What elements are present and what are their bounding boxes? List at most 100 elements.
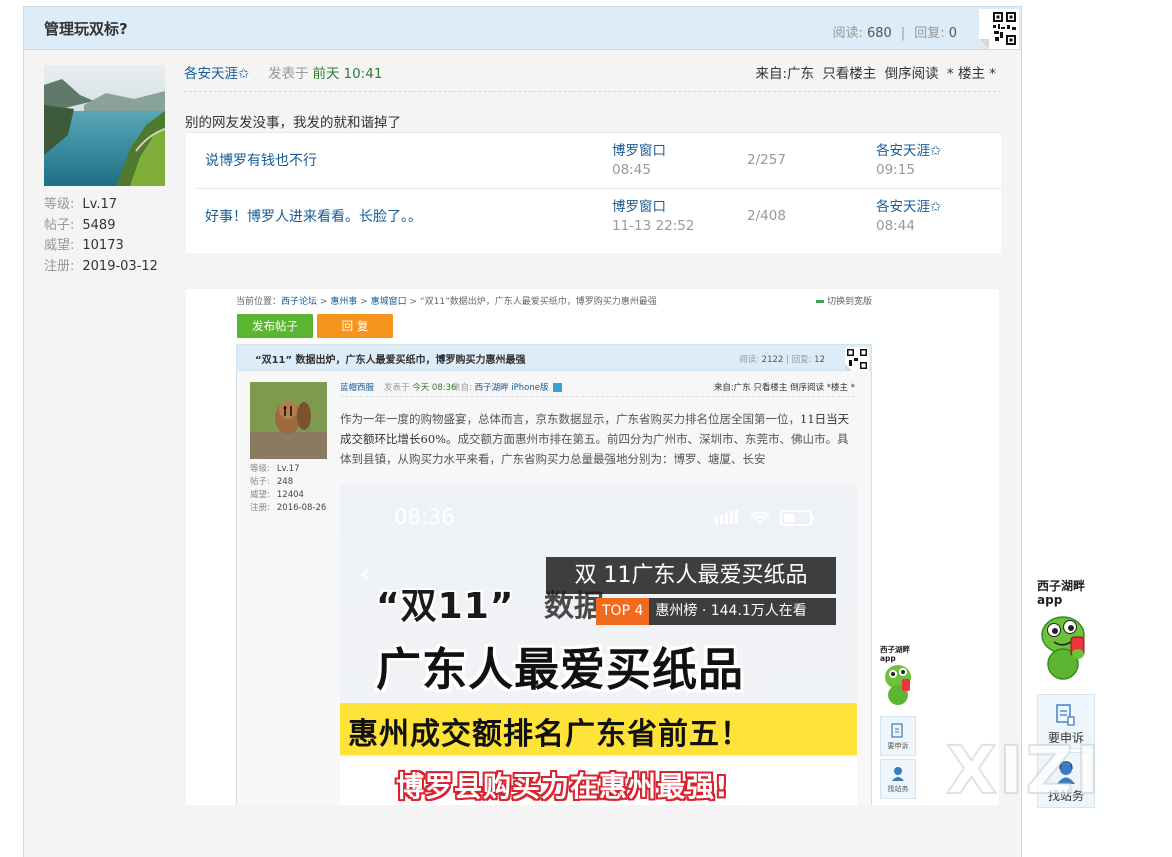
related-forum-time: 08:45 (612, 162, 651, 178)
inner-qr-code-icon (845, 347, 869, 371)
inner-post-source: 来自: 西子湖畔 iPhone版 (452, 381, 562, 393)
inner-post-body: 作为一年一度的购物盛宴，总体而言，京东数据显示，广东省购买力排名位居全国第一位，… (340, 409, 855, 469)
post-time: 发表于 前天 10:41 (268, 62, 382, 82)
trending-badge: 双 11广东人最爱买纸品 (546, 557, 836, 594)
inner-body-text: 作为一年一度的购物盛宴，总体而言，京东数据显示，广东省购买力排名位居全国第一位， (340, 412, 800, 426)
avatar[interactable] (44, 65, 165, 186)
inner-posts-value: 248 (276, 477, 294, 487)
trending-rank: TOP 4 惠州榜 · 144.1万人在看 (596, 598, 836, 625)
inner-post-actions: 来自:广东 只看楼主 倒序阅读 *楼主 * (713, 383, 855, 393)
inner-thread-panel: “双11” 数据出炉，广东人最爱买纸巾，博罗购买力惠州最强 阅读: 2122 |… (236, 344, 872, 805)
inner-posted-label: 发表于 (384, 383, 410, 393)
toggle-bar-icon (816, 300, 824, 303)
app-label[interactable]: 西子湖畔app (1037, 579, 1107, 607)
inner-crumb-site: 西子论坛 (281, 297, 318, 307)
posts-value: 5489 (82, 217, 116, 233)
inner-post-button: 发布帖子 (237, 314, 313, 338)
inner-wide-toggle-label: 切换到宽版 (827, 297, 873, 307)
phone-screenshot: 08:36 ‹ “双11” 数据 双 11广东人最爱买纸品 TOP 4 惠州榜 ·… (340, 485, 857, 805)
post-image[interactable]: 当前位置：西子论坛 > 惠州事 > 惠城窗口 > “双11”数据出炉，广东人最爱… (186, 289, 999, 805)
inner-post-author: 蓝帽西服 (340, 383, 375, 393)
inner-thread-header: “双11” 数据出炉，广东人最爱买纸巾，博罗购买力惠州最强 阅读: 2122 |… (237, 345, 871, 371)
inner-source-app: 西子湖畔 (474, 383, 509, 393)
inner-post-time: 发表于 今天 08:36 (384, 381, 456, 393)
from-location: 来自:广东 (755, 66, 815, 82)
posted-time: 10:41 (343, 66, 383, 82)
inner-station-label: 找站务 (887, 785, 909, 793)
inner-source-label: 来自: (452, 383, 472, 393)
post-header: 各安天涯✩ 发表于 前天 10:41 来自:广东 只看楼主 倒序阅读 * 楼主 * (184, 62, 1001, 92)
related-last-user-link[interactable]: 各安天涯✩ (876, 195, 941, 215)
qr-code-icon[interactable] (979, 9, 1019, 49)
inner-posts-label: 帖子: (250, 477, 270, 487)
inner-post-header: 蓝帽西服 发表于 今天 08:36 来自: 西子湖畔 iPhone版 来自:广东… (340, 379, 855, 397)
thread-title: 管理玩双标? (44, 20, 128, 38)
subheadline-text: 惠州成交额排名广东省前五！ (348, 717, 751, 752)
post-author-link[interactable]: 各安天涯✩ (184, 62, 249, 82)
mascot-icon[interactable] (1036, 610, 1094, 682)
inner-posted-time: 今天 08:36 (412, 383, 457, 393)
trending-viewers: 惠州榜 · 144.1万人在看 (655, 603, 807, 619)
related-forum-link[interactable]: 博罗窗口 (612, 195, 666, 215)
related-last-time: 09:15 (876, 162, 915, 178)
read-label: 阅读: (832, 26, 863, 41)
related-title-link[interactable]: 好事！博罗人进来看看。长脸了。。 (205, 206, 422, 226)
inner-prestige-value: 12404 (276, 490, 304, 500)
inner-prestige-label: 威望: (250, 490, 270, 500)
related-title-link[interactable]: 说博罗有钱也不行 (205, 150, 317, 170)
inner-mascot-icon (885, 665, 911, 705)
post-actions: 来自:广东 只看楼主 倒序阅读 * 楼主 * (751, 62, 996, 82)
stats-separator: | (900, 26, 906, 41)
author-meta: 等级: Lv.17 帖子: 5489 威望: 10173 注册: 2019-03-12 (44, 195, 158, 277)
related-threads: 说博罗有钱也不行 博罗窗口 08:45 2/257 各安天涯✩ 09:15 好事… (186, 132, 1001, 253)
reply-count: 0 (948, 26, 957, 41)
related-row[interactable]: 好事！博罗人进来看看。长脸了。。 博罗窗口 11-13 22:52 2/408 … (196, 188, 1001, 243)
reply-label: 回复: (914, 26, 945, 41)
posted-day: 前天 (312, 66, 340, 82)
prestige-label: 威望: (44, 238, 75, 253)
phone-clock: 08:36 (394, 505, 455, 529)
inner-avatar (250, 382, 327, 459)
inner-crumb-board: 惠城窗口 (370, 297, 407, 307)
inner-reg-label: 注册: (250, 503, 270, 513)
inner-reg-value: 2016-08-26 (276, 503, 327, 513)
complain-icon (1056, 704, 1075, 726)
inner-crumb-topic: “双11”数据出炉，广东人最爱买纸巾，博罗购买力惠州最强 (419, 297, 657, 307)
level-label: 等级: (44, 197, 75, 212)
related-last-user-link[interactable]: 各安天涯✩ (876, 139, 941, 159)
prestige-value: 10173 (82, 238, 124, 253)
inner-reply-button: 回 复 (317, 314, 393, 338)
inner-breadcrumb: 当前位置：西子论坛 > 惠州事 > 惠城窗口 > “双11”数据出炉，广东人最爱… (236, 294, 657, 307)
reg-label: 注册: (44, 258, 75, 274)
inner-complain-button: 要申诉 (880, 716, 916, 756)
level-value: Lv.17 (82, 197, 117, 212)
xizi-watermark: XIZI (945, 731, 1102, 810)
inner-crumb-sep: > (360, 297, 368, 307)
inner-thread-stats: 阅读: 2122 | 回复: 12 (739, 353, 825, 365)
inner-author-meta: 等级: Lv.17 帖子: 248 威望: 12404 注册: 2016-08-26 (250, 463, 326, 515)
reverse-read-link[interactable]: 倒序阅读 (885, 66, 939, 82)
phone-icon (552, 383, 562, 392)
inner-crumb-board: 惠州事 (330, 297, 358, 307)
inner-crumb-sep: > (319, 297, 328, 307)
thread-header: 管理玩双标? 阅读: 680 | 回复: 0 (24, 7, 1021, 50)
inner-reply-label: 回复: (791, 355, 812, 365)
phone-status-icons (715, 510, 814, 526)
related-count: 2/257 (747, 152, 786, 168)
related-forum-link[interactable]: 博罗窗口 (612, 139, 666, 159)
inner-read-count: 2122 (761, 355, 784, 365)
inner-read-label: 阅读: (739, 355, 759, 365)
inner-level-label: 等级: (250, 464, 270, 474)
only-author-link[interactable]: 只看楼主 (822, 66, 876, 82)
related-forum-time: 11-13 22:52 (612, 218, 695, 234)
posts-label: 帖子: (44, 217, 75, 233)
top-badge: TOP 4 (596, 598, 650, 625)
inner-thread-title: “双11” 数据出炉，广东人最爱买纸巾，博罗购买力惠州最强 (255, 355, 526, 366)
art-quote-text: “双11” (376, 586, 515, 627)
related-row[interactable]: 说博罗有钱也不行 博罗窗口 08:45 2/257 各安天涯✩ 09:15 (196, 133, 1001, 188)
related-count: 2/408 (747, 208, 786, 224)
bottom-headline-text: 博罗县购买力在惠州最强! (396, 770, 729, 803)
inner-station-button: 找站务 (880, 759, 916, 799)
inner-source-device: iPhone版 (511, 383, 549, 393)
posted-label: 发表于 (268, 66, 309, 82)
